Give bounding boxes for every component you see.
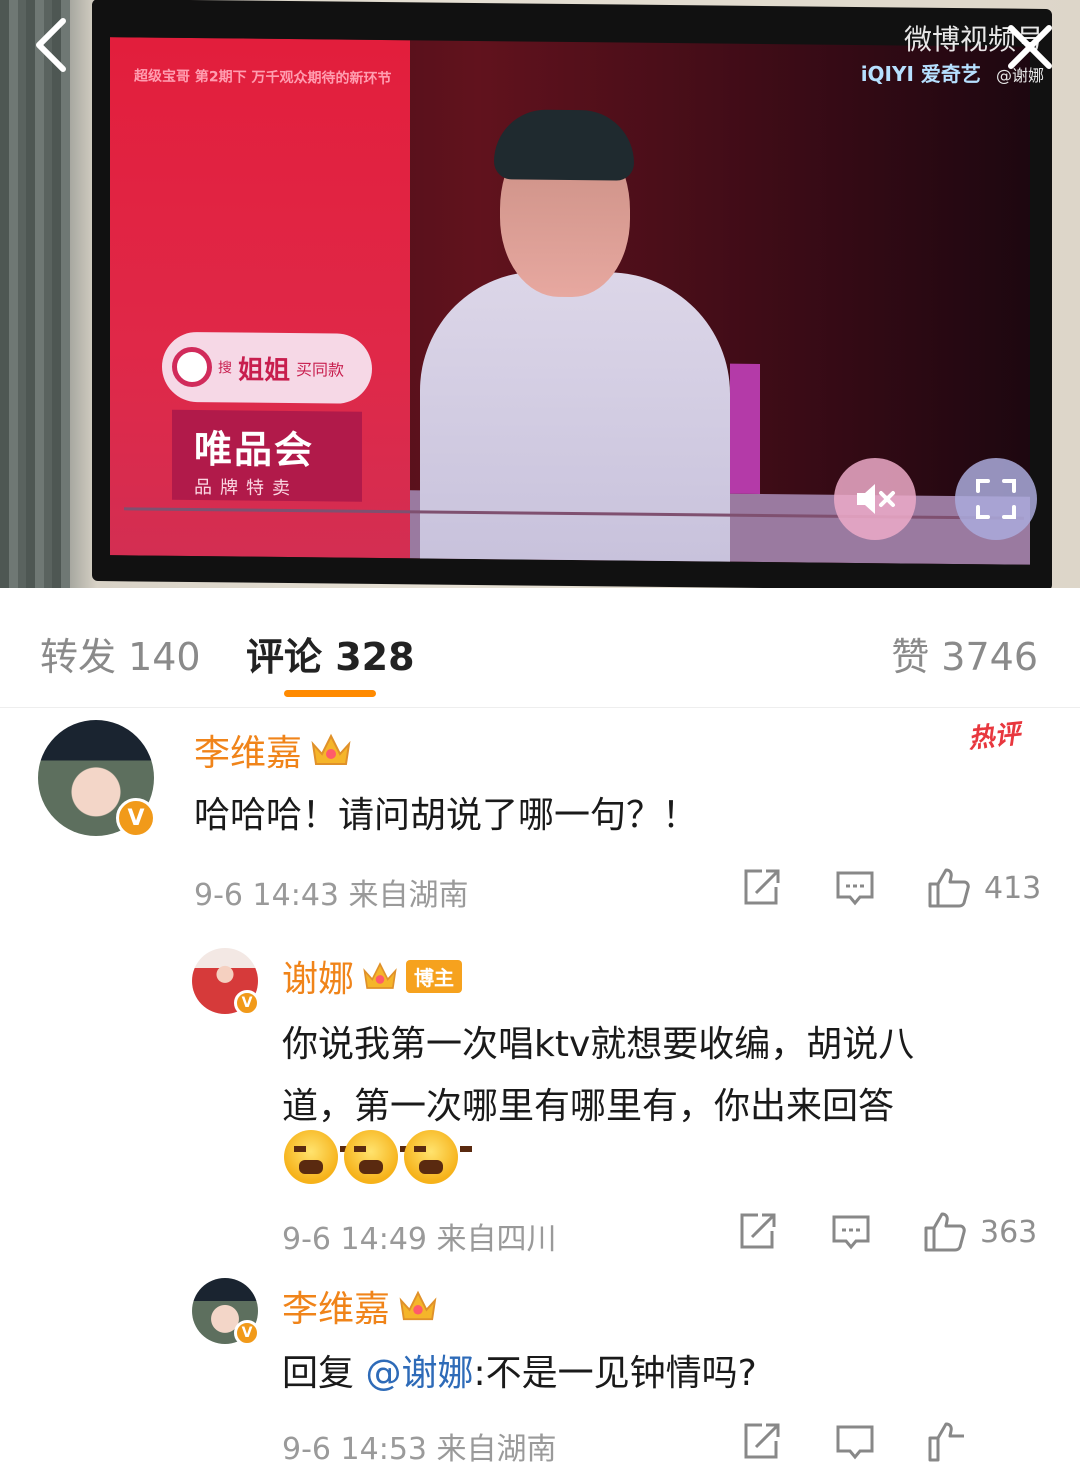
like-count: 413 (984, 870, 1042, 906)
ad-brand: 唯品会 (194, 427, 315, 473)
host-figure (410, 100, 730, 564)
angry-face-emoji (344, 1130, 412, 1184)
avatar[interactable]: V (192, 948, 260, 1016)
active-tab-indicator (284, 690, 376, 697)
reply-meta: 9-6 14:53 来自湖南 (282, 1432, 557, 1467)
tab-comments[interactable]: 评论 328 (246, 626, 415, 681)
close-button[interactable] (1000, 12, 1060, 82)
back-arrow-icon (36, 18, 66, 72)
video-player[interactable]: 超级宝哥 第2期下 万千观众期待的新环节 搜 姐姐 买同款 唯品会 品牌特卖 微… (0, 0, 1080, 588)
repost-icon[interactable] (740, 867, 782, 909)
ad-search-badge: 搜 姐姐 买同款 (162, 331, 372, 404)
avatar[interactable]: V (192, 1278, 260, 1346)
reply-text: 你说我第一次唱ktv就想要收编，胡说八 道，第一次哪里有哪里有，你出来回答 (282, 1024, 915, 1127)
back-button[interactable] (20, 10, 80, 80)
mute-button[interactable] (834, 458, 916, 540)
reply-icon[interactable] (830, 1211, 872, 1253)
angry-face-emoji (404, 1130, 472, 1184)
author-tag: 博主 (406, 959, 463, 993)
ad-brand-box: 唯品会 品牌特卖 (172, 409, 362, 502)
like-icon[interactable] (922, 1210, 968, 1254)
comment-actions: 413 (740, 866, 1041, 910)
close-icon (1008, 25, 1052, 69)
fullscreen-button[interactable] (955, 458, 1037, 540)
comment-username[interactable]: 李维嘉 (194, 724, 352, 776)
verified-badge: V (116, 798, 156, 838)
like-icon[interactable] (926, 1420, 972, 1464)
repost-icon[interactable] (740, 1421, 782, 1463)
mention-link[interactable]: @谢娜 (365, 1353, 473, 1394)
like-count: 363 (980, 1214, 1038, 1250)
iqiyi-watermark: iQIYI 爱奇艺 (860, 62, 981, 86)
reply-actions (740, 1420, 972, 1464)
post-tabs: 转发 140 评论 328 赞 3746 (0, 588, 1080, 708)
tab-repost[interactable]: 转发 140 (40, 626, 201, 681)
crown-icon (363, 962, 397, 989)
reply-icon[interactable] (834, 867, 876, 909)
screen-caption: 超级宝哥 第2期下 万千观众期待的新环节 (134, 68, 392, 88)
reply-actions: 363 (736, 1210, 1037, 1254)
emoji-row (284, 1130, 472, 1184)
reply-text: 回复 @谢娜:不是一见钟情吗? (282, 1353, 757, 1394)
reply-username[interactable]: 谢娜 博主 (282, 950, 463, 1002)
verified-badge: V (234, 1320, 260, 1346)
magnifier-icon (172, 346, 212, 388)
crown-icon (311, 733, 351, 765)
reply-username[interactable]: 李维嘉 (282, 1280, 438, 1332)
reply-meta: 9-6 14:49 来自四川 (282, 1222, 557, 1257)
avatar[interactable]: V (38, 720, 156, 838)
verified-badge: V (234, 990, 260, 1016)
fullscreen-icon (976, 479, 1016, 519)
curtain (0, 0, 70, 588)
reply-icon[interactable] (834, 1421, 876, 1463)
tab-likes[interactable]: 赞 3746 (891, 626, 1038, 681)
comment-text: 哈哈哈！请问胡说了哪一句？！ (194, 795, 699, 836)
comment-meta: 9-6 14:43 来自湖南 (194, 878, 469, 913)
stage-panel (730, 363, 760, 494)
hot-comment-badge: 热评 (966, 719, 1022, 755)
repost-icon[interactable] (736, 1211, 778, 1253)
angry-face-emoji (284, 1130, 352, 1184)
crown-icon (399, 1290, 437, 1321)
like-icon[interactable] (926, 866, 972, 910)
ad-brand-sub: 品牌特卖 (194, 477, 298, 500)
mute-icon (857, 484, 895, 514)
